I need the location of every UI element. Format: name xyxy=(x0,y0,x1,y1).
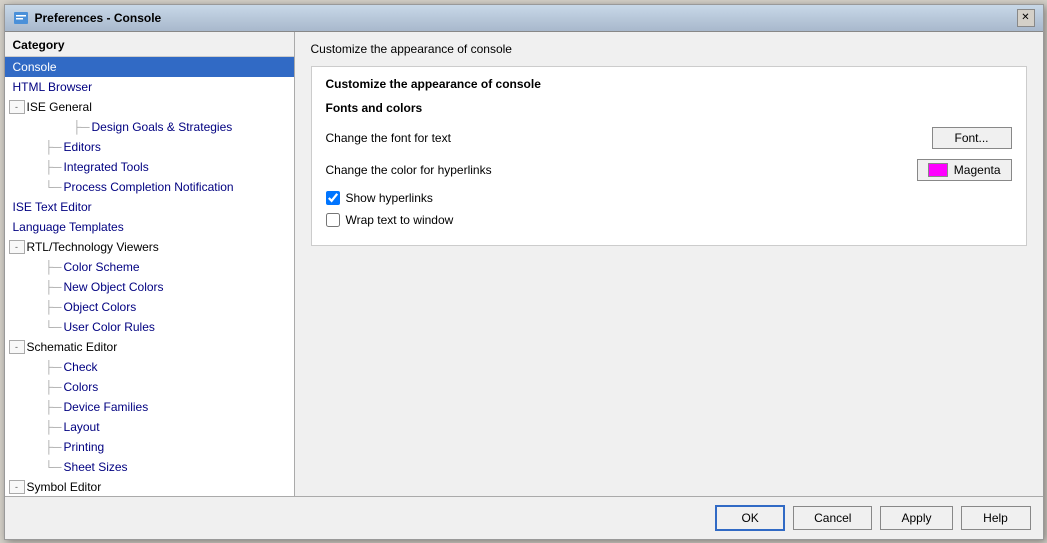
connector-user-color-rules: └─ xyxy=(9,320,62,334)
tree-label-colors: Colors xyxy=(64,380,99,394)
tree-label-integrated-tools: Integrated Tools xyxy=(64,160,149,174)
show-hyperlinks-label: Show hyperlinks xyxy=(346,191,433,205)
main-content: Category Console HTML Browser xyxy=(5,32,1043,496)
tree-item-rtl-technology[interactable]: - RTL/Technology Viewers xyxy=(5,237,294,257)
tree-label-new-object-colors: New Object Colors xyxy=(64,280,164,294)
ok-button[interactable]: OK xyxy=(715,505,785,531)
tree-item-process-completion[interactable]: └─ Process Completion Notification xyxy=(5,177,294,197)
tree-item-symbol-editor[interactable]: - Symbol Editor xyxy=(5,477,294,496)
show-hyperlinks-row: Show hyperlinks xyxy=(326,191,1012,205)
tree-item-new-object-colors[interactable]: ├─ New Object Colors xyxy=(5,277,294,297)
window-icon xyxy=(13,10,29,26)
connector-device-families: ├─ xyxy=(9,400,62,414)
tree-item-design-goals[interactable]: ├─ Design Goals & Strategies xyxy=(5,117,294,137)
tree-item-ise-general[interactable]: - ISE General xyxy=(5,97,294,117)
font-button[interactable]: Font... xyxy=(932,127,1012,149)
connector-printing: ├─ xyxy=(9,440,62,454)
tree-container[interactable]: Console HTML Browser - ISE General xyxy=(5,57,294,496)
connector-colors: ├─ xyxy=(9,380,62,394)
wrap-text-label: Wrap text to window xyxy=(346,213,454,227)
tree-label-layout: Layout xyxy=(64,420,100,434)
tree-label-design-goals: Design Goals & Strategies xyxy=(92,120,233,134)
connector-check: ├─ xyxy=(9,360,62,374)
tree-label-object-colors: Object Colors xyxy=(64,300,137,314)
preferences-window: Preferences - Console ✕ Category Console… xyxy=(4,4,1044,540)
tree-label-ise-general: ISE General xyxy=(27,100,92,114)
close-button[interactable]: ✕ xyxy=(1017,9,1035,27)
panel-title: Customize the appearance of console xyxy=(311,42,1027,56)
tree-label-printing: Printing xyxy=(64,440,105,454)
tree-label-editors: Editors xyxy=(64,140,101,154)
tree-label-user-color-rules: User Color Rules xyxy=(64,320,155,334)
tree-label-console: Console xyxy=(9,60,57,74)
category-label: Category xyxy=(5,32,294,57)
tree-item-sheet-sizes[interactable]: └─ Sheet Sizes xyxy=(5,457,294,477)
tree-label-sheet-sizes: Sheet Sizes xyxy=(64,460,128,474)
tree-item-console[interactable]: Console xyxy=(5,57,294,77)
connector-object-colors: ├─ xyxy=(9,300,62,314)
tree-item-html-browser[interactable]: HTML Browser xyxy=(5,77,294,97)
fonts-colors-label: Fonts and colors xyxy=(326,101,1012,115)
cancel-button[interactable]: Cancel xyxy=(793,506,872,530)
connector-design-goals: ├─ xyxy=(37,120,90,134)
tree-label-check: Check xyxy=(64,360,98,374)
tree-label-device-families: Device Families xyxy=(64,400,149,414)
left-panel: Category Console HTML Browser xyxy=(5,32,295,496)
magenta-button[interactable]: Magenta xyxy=(917,159,1012,181)
tree-item-color-scheme[interactable]: ├─ Color Scheme xyxy=(5,257,294,277)
tree-item-check[interactable]: ├─ Check xyxy=(5,357,294,377)
tree-label-language-templates: Language Templates xyxy=(9,220,124,234)
tree-item-user-color-rules[interactable]: └─ User Color Rules xyxy=(5,317,294,337)
tree-item-printing[interactable]: ├─ Printing xyxy=(5,437,294,457)
help-button[interactable]: Help xyxy=(961,506,1031,530)
expand-icon-ise-general: - xyxy=(9,100,25,114)
tree-item-editors[interactable]: ├─ Editors xyxy=(5,137,294,157)
tree-label-schematic-editor: Schematic Editor xyxy=(27,340,118,354)
footer: OK Cancel Apply Help xyxy=(5,496,1043,539)
tree-item-device-families[interactable]: ├─ Device Families xyxy=(5,397,294,417)
connector-integrated-tools: ├─ xyxy=(9,160,62,174)
font-setting-row: Change the font for text Font... xyxy=(326,127,1012,149)
show-hyperlinks-checkbox[interactable] xyxy=(326,191,340,205)
tree-item-colors[interactable]: ├─ Colors xyxy=(5,377,294,397)
expand-icon-rtl: - xyxy=(9,240,25,254)
connector-layout: ├─ xyxy=(9,420,62,434)
connector-editors: ├─ xyxy=(9,140,62,154)
window-title: Preferences - Console xyxy=(35,11,1011,25)
tree-label-process-completion: Process Completion Notification xyxy=(64,180,234,194)
tree-item-ise-text-editor[interactable]: ISE Text Editor xyxy=(5,197,294,217)
tree-label-ise-text-editor: ISE Text Editor xyxy=(9,200,92,214)
tree-label-symbol-editor: Symbol Editor xyxy=(27,480,102,494)
expand-icon-schematic: - xyxy=(9,340,25,354)
section-title: Customize the appearance of console xyxy=(326,77,1012,91)
color-setting-row: Change the color for hyperlinks Magenta xyxy=(326,159,1012,181)
tree-item-layout[interactable]: ├─ Layout xyxy=(5,417,294,437)
connector-new-object-colors: ├─ xyxy=(9,280,62,294)
right-panel: Customize the appearance of console Cust… xyxy=(295,32,1043,496)
connector-color-scheme: ├─ xyxy=(9,260,62,274)
magenta-swatch xyxy=(928,163,948,177)
tree-label-color-scheme: Color Scheme xyxy=(64,260,140,274)
tree-item-integrated-tools[interactable]: ├─ Integrated Tools xyxy=(5,157,294,177)
wrap-text-row: Wrap text to window xyxy=(326,213,1012,227)
tree-label-html-browser: HTML Browser xyxy=(9,80,93,94)
font-setting-label: Change the font for text xyxy=(326,131,451,145)
settings-section: Customize the appearance of console Font… xyxy=(311,66,1027,246)
tree-item-schematic-editor[interactable]: - Schematic Editor xyxy=(5,337,294,357)
tree-item-object-colors[interactable]: ├─ Object Colors xyxy=(5,297,294,317)
connector-sheet-sizes: └─ xyxy=(9,460,62,474)
color-setting-label: Change the color for hyperlinks xyxy=(326,163,492,177)
tree-label-rtl-technology: RTL/Technology Viewers xyxy=(27,240,159,254)
expand-icon-symbol: - xyxy=(9,480,25,494)
tree-item-language-templates[interactable]: Language Templates xyxy=(5,217,294,237)
connector-process-completion: └─ xyxy=(9,180,62,194)
apply-button[interactable]: Apply xyxy=(880,506,952,530)
magenta-label: Magenta xyxy=(954,163,1001,177)
wrap-text-checkbox[interactable] xyxy=(326,213,340,227)
titlebar: Preferences - Console ✕ xyxy=(5,5,1043,32)
